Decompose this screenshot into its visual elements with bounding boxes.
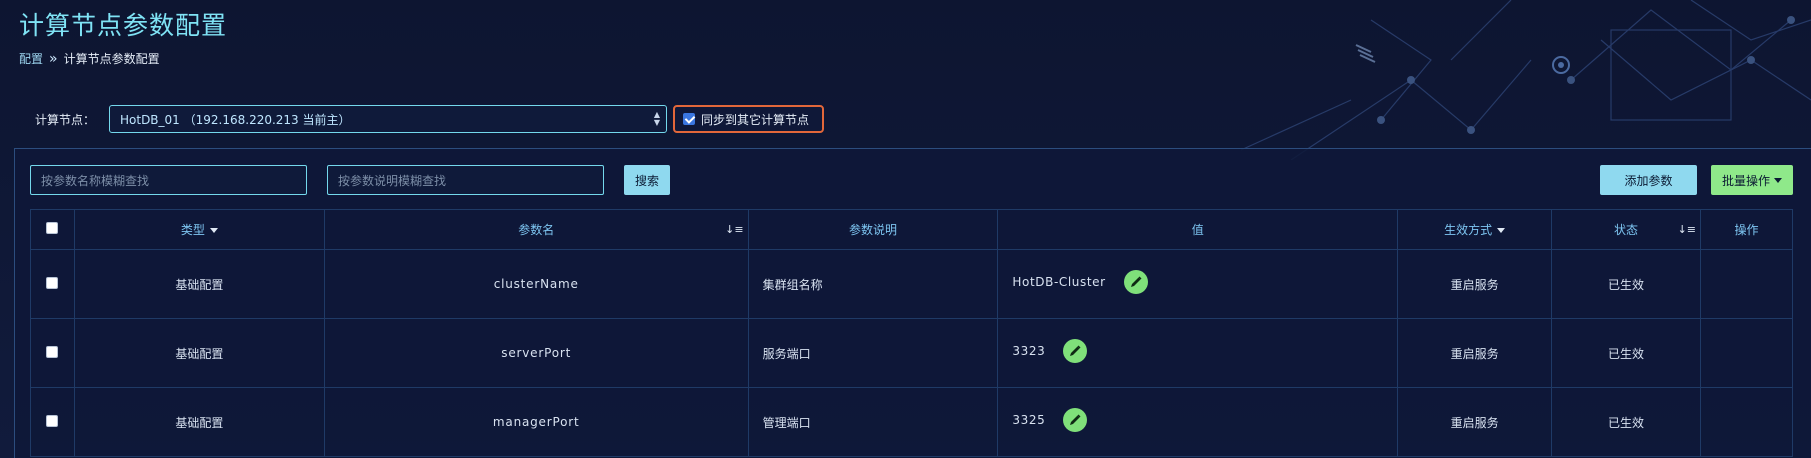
cell-action	[1700, 387, 1793, 457]
cell-value: 3323	[997, 318, 1399, 388]
row-checkbox[interactable]	[46, 276, 59, 289]
header-value-label: 值	[1191, 223, 1204, 237]
caret-down-icon	[209, 228, 218, 233]
cell-desc: 集群组名称	[747, 249, 999, 319]
header-value: 值	[997, 209, 1399, 250]
header-action: 操作	[1700, 209, 1793, 250]
desc-search-input[interactable]: 按参数说明模糊查找	[327, 165, 604, 195]
select-arrows-icon: ▲ ▼	[653, 110, 660, 127]
batch-ops-button[interactable]: 批量操作	[1711, 165, 1793, 195]
node-select-value: HotDB_01 （192.168.220.213 当前主）	[120, 112, 351, 127]
sort-desc-icon[interactable]: ↓≡	[1678, 223, 1696, 236]
search-button[interactable]: 搜索	[624, 165, 670, 195]
sync-label: 同步到其它计算节点	[701, 112, 810, 127]
header-type-label: 类型	[180, 223, 205, 237]
cell-mode: 重启服务	[1397, 318, 1553, 388]
select-all-checkbox[interactable]	[46, 222, 59, 234]
row-select[interactable]	[30, 249, 75, 319]
sort-desc-icon[interactable]: ↓≡	[725, 223, 743, 236]
header-desc: 参数说明	[747, 209, 999, 250]
header-status[interactable]: 状态 ↓≡	[1551, 209, 1701, 250]
edit-pencil-icon[interactable]	[1123, 270, 1148, 294]
caret-down-icon	[1774, 177, 1782, 183]
cell-value: 3325	[997, 387, 1399, 457]
page-title: 计算节点参数配置	[19, 11, 228, 40]
header-mode-label: 生效方式	[1444, 223, 1493, 237]
add-param-button[interactable]: 添加参数	[1600, 165, 1697, 195]
cell-mode: 重启服务	[1397, 387, 1553, 457]
header-select-all[interactable]	[30, 209, 75, 250]
value-text: 3323	[1012, 344, 1046, 358]
cell-name: managerPort	[323, 387, 749, 457]
node-select[interactable]: HotDB_01 （192.168.220.213 当前主） ▲ ▼	[109, 105, 667, 133]
edit-pencil-icon[interactable]	[1063, 408, 1088, 432]
double-chevron-right-icon: »	[49, 50, 58, 67]
node-row: 计算节点： HotDB_01 （192.168.220.213 当前主） ▲ ▼	[35, 105, 667, 133]
cell-type: 基础配置	[73, 318, 325, 388]
table-row: 基础配置 clusterName 集群组名称 HotDB-Cluster 重启服…	[30, 249, 1793, 319]
header-name-label: 参数名	[518, 223, 555, 237]
cell-status: 已生效	[1551, 249, 1701, 319]
cell-name: clusterName	[323, 249, 749, 319]
edit-pencil-icon[interactable]	[1063, 339, 1088, 363]
node-label: 计算节点：	[35, 112, 96, 127]
breadcrumb-current: 计算节点参数配置	[63, 52, 160, 66]
row-select[interactable]	[30, 387, 75, 457]
sync-checkbox-group[interactable]: 同步到其它计算节点	[673, 105, 824, 133]
cell-type: 基础配置	[73, 387, 325, 457]
cell-mode: 重启服务	[1397, 249, 1553, 319]
header-desc-label: 参数说明	[848, 223, 897, 237]
table-row: 基础配置 serverPort 服务端口 3323 重启服务 已生效	[30, 318, 1793, 388]
header-action-label: 操作	[1734, 223, 1759, 237]
table-row: 基础配置 managerPort 管理端口 3325 重启服务 已生效	[30, 387, 1793, 457]
breadcrumb: 配置 » 计算节点参数配置	[19, 50, 160, 67]
batch-ops-label: 批量操作	[1721, 173, 1770, 188]
cell-name: serverPort	[323, 318, 749, 388]
sync-checkbox[interactable]	[683, 113, 695, 125]
breadcrumb-config[interactable]: 配置	[19, 50, 43, 67]
cell-status: 已生效	[1551, 318, 1701, 388]
page: 计算节点参数配置 配置 » 计算节点参数配置 计算节点： HotDB_01 （1…	[0, 0, 1811, 458]
cell-status: 已生效	[1551, 387, 1701, 457]
header-type[interactable]: 类型	[73, 209, 325, 250]
row-checkbox[interactable]	[46, 414, 59, 427]
cell-type: 基础配置	[73, 249, 325, 319]
row-checkbox[interactable]	[46, 345, 59, 358]
row-select[interactable]	[30, 318, 75, 388]
param-table: 类型 参数名 ↓≡ 参数说明 值 生效方式 状态 ↓≡ 操作 基础配置 cluste…	[30, 209, 1793, 457]
name-search-input[interactable]: 按参数名称模糊查找	[30, 165, 307, 195]
cell-desc: 服务端口	[747, 318, 999, 388]
cell-value: HotDB-Cluster	[997, 249, 1399, 319]
header-name[interactable]: 参数名 ↓≡	[323, 209, 749, 250]
circuit-background	[1240, 0, 1811, 160]
cell-desc: 管理端口	[747, 387, 999, 457]
caret-down-icon	[1497, 228, 1506, 233]
cell-action	[1700, 318, 1793, 388]
table-header-row: 类型 参数名 ↓≡ 参数说明 值 生效方式 状态 ↓≡ 操作	[30, 209, 1793, 250]
header-status-label: 状态	[1614, 223, 1639, 237]
cell-action	[1700, 249, 1793, 319]
header-mode[interactable]: 生效方式	[1397, 209, 1553, 250]
value-text: 3325	[1012, 413, 1046, 427]
value-text: HotDB-Cluster	[1012, 275, 1106, 289]
